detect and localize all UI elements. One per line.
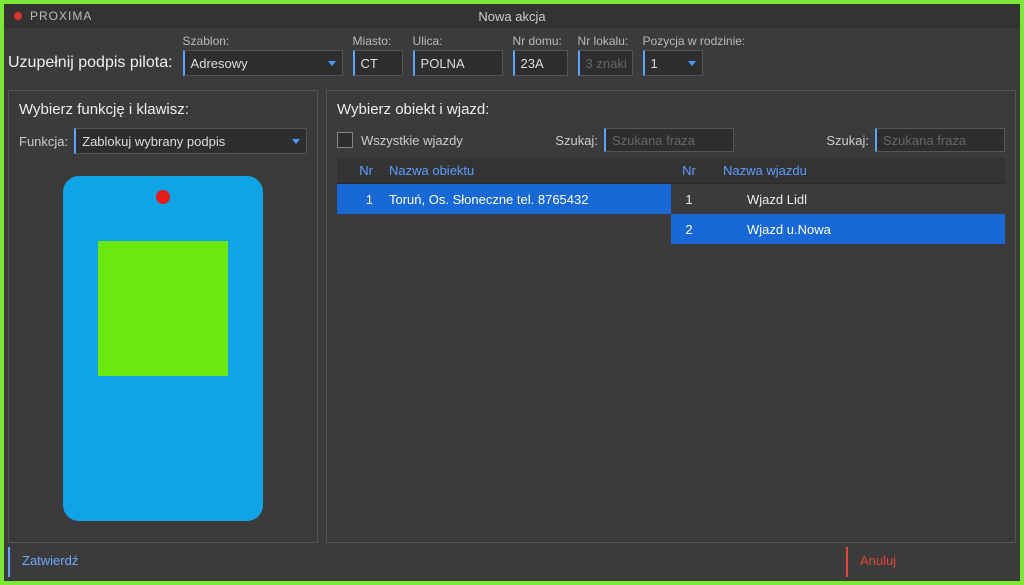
chevron-down-icon	[292, 139, 300, 144]
confirm-button[interactable]: Zatwierdź	[8, 547, 178, 577]
pozycja-select[interactable]: 1	[643, 50, 703, 76]
window-title: Nowa akcja	[4, 9, 1020, 24]
ulica-input[interactable]	[413, 50, 503, 76]
miasto-input[interactable]	[353, 50, 403, 76]
chevron-down-icon	[328, 61, 336, 66]
left-panel-title: Wybierz funkcję i klawisz:	[19, 101, 307, 118]
entries-table: Nr Nazwa wjazdu 1 Wjazd Lidl 2 Wjazd u.N…	[671, 158, 1005, 532]
pozycja-label: Pozycja w rodzinie:	[643, 34, 746, 48]
cell-nr: 2	[671, 222, 717, 237]
top-form-title: Uzupełnij podpis pilota:	[4, 54, 173, 76]
szablon-label: Szablon:	[183, 34, 343, 48]
right-panel-title: Wybierz obiekt i wjazd:	[337, 101, 1005, 118]
remote-button-1[interactable]	[98, 241, 228, 376]
pozycja-value: 1	[651, 56, 658, 71]
left-panel: Wybierz funkcję i klawisz: Funkcja: Zabl…	[8, 90, 318, 543]
col-entry-name: Nazwa wjazdu	[717, 163, 1005, 178]
table-row[interactable]: 1 Toruń, Os. Słoneczne tel. 8765432	[337, 184, 671, 214]
ulica-label: Ulica:	[413, 34, 503, 48]
objects-table: Nr Nazwa obiektu 1 Toruń, Os. Słoneczne …	[337, 158, 671, 532]
cell-nr: 1	[337, 192, 383, 207]
top-form: Uzupełnij podpis pilota: Szablon: Adreso…	[4, 28, 1020, 86]
title-bar: PROXIMA Nowa akcja	[4, 4, 1020, 28]
szablon-value: Adresowy	[191, 56, 248, 71]
search-input-entries[interactable]	[875, 128, 1005, 152]
remote-led-icon	[156, 190, 170, 204]
table-row[interactable]: 1 Wjazd Lidl	[671, 184, 1005, 214]
all-entries-label: Wszystkie wjazdy	[361, 133, 463, 148]
funkcja-value: Zablokuj wybrany podpis	[82, 134, 225, 149]
remote-graphic	[63, 176, 263, 521]
chevron-down-icon	[688, 61, 696, 66]
col-nr: Nr	[337, 163, 383, 178]
cell-name: Toruń, Os. Słoneczne tel. 8765432	[383, 192, 671, 207]
funkcja-select[interactable]: Zablokuj wybrany podpis	[74, 128, 307, 154]
funkcja-label: Funkcja:	[19, 134, 68, 149]
cancel-button[interactable]: Anuluj	[846, 547, 1016, 577]
nrlokalu-label: Nr lokalu:	[578, 34, 633, 48]
all-entries-checkbox[interactable]	[337, 132, 353, 148]
nrdomu-label: Nr domu:	[513, 34, 568, 48]
nrlokalu-input[interactable]	[578, 50, 633, 76]
col-object-name: Nazwa obiektu	[383, 163, 671, 178]
miasto-label: Miasto:	[353, 34, 403, 48]
cell-name: Wjazd u.Nowa	[717, 222, 1005, 237]
search-input-objects[interactable]	[604, 128, 734, 152]
footer: Zatwierdź Anuluj	[8, 547, 1016, 577]
table-row[interactable]: 2 Wjazd u.Nowa	[671, 214, 1005, 244]
search-label-1: Szukaj:	[555, 133, 598, 148]
cell-nr: 1	[671, 192, 717, 207]
col-nr: Nr	[671, 163, 717, 178]
search-label-2: Szukaj:	[826, 133, 869, 148]
szablon-select[interactable]: Adresowy	[183, 50, 343, 76]
cell-name: Wjazd Lidl	[717, 192, 1005, 207]
right-panel: Wybierz obiekt i wjazd: Wszystkie wjazdy…	[326, 90, 1016, 543]
nrdomu-input[interactable]	[513, 50, 568, 76]
